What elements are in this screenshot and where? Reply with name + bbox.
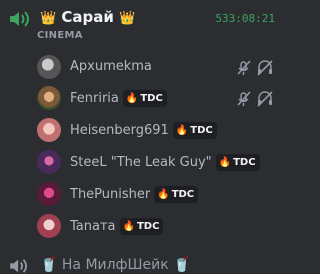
voice-channel-icon xyxy=(10,259,27,273)
mic-muted-icon xyxy=(237,91,251,106)
voice-channel-item[interactable]: 🥤 На МилфШейк 🥤 xyxy=(0,254,279,274)
server-tag-badge: 🔥 TDC xyxy=(215,154,260,171)
voice-user-row[interactable]: Tanата 🔥 TDC xyxy=(34,211,279,241)
mute-status-icons xyxy=(237,60,273,76)
crown-icon: 👑 xyxy=(40,11,57,26)
user-name: Архumekma xyxy=(70,59,152,74)
channel-name: 👑 Сарай 👑 xyxy=(40,8,135,26)
mic-muted-icon xyxy=(237,60,251,75)
headphones-muted-icon xyxy=(257,91,273,107)
drink-icon: 🥤 xyxy=(40,257,58,273)
user-name: Heisenberg691 🔥 TDC xyxy=(70,122,217,139)
user-name: Tanата 🔥 TDC xyxy=(70,218,164,235)
mute-status-icons xyxy=(237,91,273,107)
user-name: SteeL "The Leak Guy" 🔥 TDC xyxy=(70,154,260,171)
avatar xyxy=(37,86,61,110)
voice-user-row[interactable]: Fenriria 🔥 TDC xyxy=(34,83,279,113)
channel-status-label: CINEMA xyxy=(37,30,83,41)
drink-icon: 🥤 xyxy=(173,257,191,273)
voice-user-row[interactable]: SteeL "The Leak Guy" 🔥 TDC xyxy=(34,147,279,177)
flame-icon: 🔥 xyxy=(175,125,189,136)
avatar xyxy=(37,214,61,238)
voice-user-row[interactable]: Архumekma xyxy=(34,52,279,82)
headphones-muted-icon xyxy=(257,60,273,76)
server-tag-badge: 🔥 TDC xyxy=(172,122,217,139)
flame-icon: 🔥 xyxy=(157,189,170,200)
server-tag-badge: 🔥 TDC xyxy=(154,186,199,203)
session-timer: 533:08:21 xyxy=(215,12,275,25)
voice-user-row[interactable]: ThePunisher 🔥 TDC xyxy=(34,179,279,209)
flame-icon: 🔥 xyxy=(218,157,232,168)
voice-channel-header[interactable]: 👑 Сарай 👑 533:08:21 xyxy=(0,0,279,34)
user-name: ThePunisher 🔥 TDC xyxy=(70,186,199,203)
avatar xyxy=(37,150,61,174)
voice-channel-icon xyxy=(10,11,29,27)
channel-title: Сарай xyxy=(61,8,114,26)
channel-name: 🥤 На МилфШейк 🥤 xyxy=(40,257,191,273)
avatar xyxy=(37,55,61,79)
user-name: Fenriria 🔥 TDC xyxy=(70,90,167,107)
server-tag-badge: 🔥 TDC xyxy=(119,218,164,235)
crown-icon: 👑 xyxy=(119,11,136,26)
flame-icon: 🔥 xyxy=(125,93,139,104)
avatar xyxy=(37,182,61,206)
flame-icon: 🔥 xyxy=(122,221,135,232)
voice-user-row[interactable]: Heisenberg691 🔥 TDC xyxy=(34,115,279,145)
avatar xyxy=(37,118,61,142)
server-tag-badge: 🔥 TDC xyxy=(122,90,167,107)
channel-title: На МилфШейк xyxy=(61,257,169,273)
